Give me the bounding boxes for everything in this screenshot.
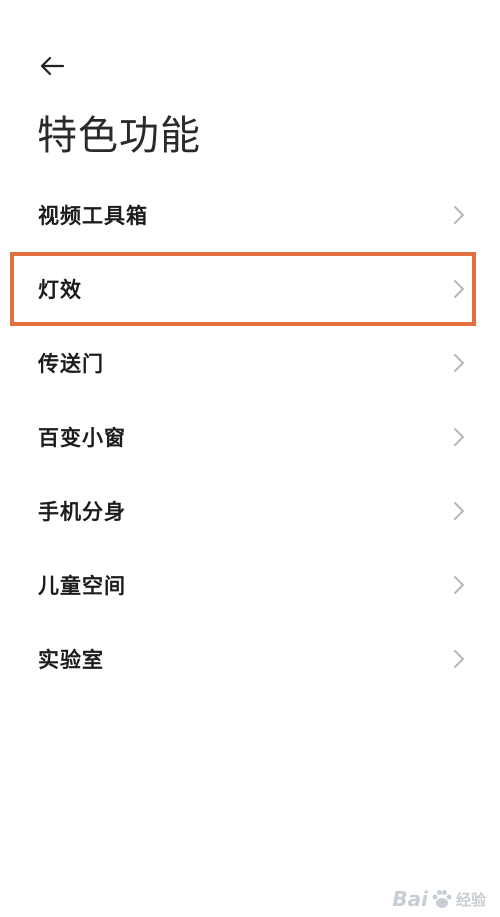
chevron-right-icon xyxy=(454,206,464,224)
menu-item-light-effects[interactable]: 灯效 xyxy=(0,252,500,326)
chevron-right-icon xyxy=(454,280,464,298)
back-button[interactable] xyxy=(30,46,74,86)
menu-item-label: 儿童空间 xyxy=(38,574,126,598)
feature-menu-list: 视频工具箱 灯效 传送门 百变小窗 手机分身 儿童空间 实验室 xyxy=(0,178,500,696)
menu-item-label: 手机分身 xyxy=(38,500,126,524)
watermark-brand: Bai xyxy=(392,887,428,911)
menu-item-label: 传送门 xyxy=(38,352,104,376)
chevron-right-icon xyxy=(454,650,464,668)
menu-item-label: 百变小窗 xyxy=(38,426,126,450)
menu-item-portal[interactable]: 传送门 xyxy=(0,326,500,400)
menu-item-video-toolbox[interactable]: 视频工具箱 xyxy=(0,178,500,252)
menu-item-label: 灯效 xyxy=(38,278,82,302)
chevron-right-icon xyxy=(454,354,464,372)
arrow-left-icon xyxy=(40,56,65,76)
paw-icon xyxy=(432,890,452,908)
menu-item-floating-window[interactable]: 百变小窗 xyxy=(0,400,500,474)
chevron-right-icon xyxy=(454,502,464,520)
menu-item-kids-space[interactable]: 儿童空间 xyxy=(0,548,500,622)
page-title: 特色功能 xyxy=(37,113,201,159)
menu-item-label: 实验室 xyxy=(38,648,104,672)
watermark: Bai 经验 xyxy=(392,887,486,911)
chevron-right-icon xyxy=(454,428,464,446)
watermark-suffix: 经验 xyxy=(455,890,486,909)
menu-item-lab[interactable]: 实验室 xyxy=(0,622,500,696)
menu-item-label: 视频工具箱 xyxy=(38,204,148,228)
chevron-right-icon xyxy=(454,576,464,594)
menu-item-second-space[interactable]: 手机分身 xyxy=(0,474,500,548)
